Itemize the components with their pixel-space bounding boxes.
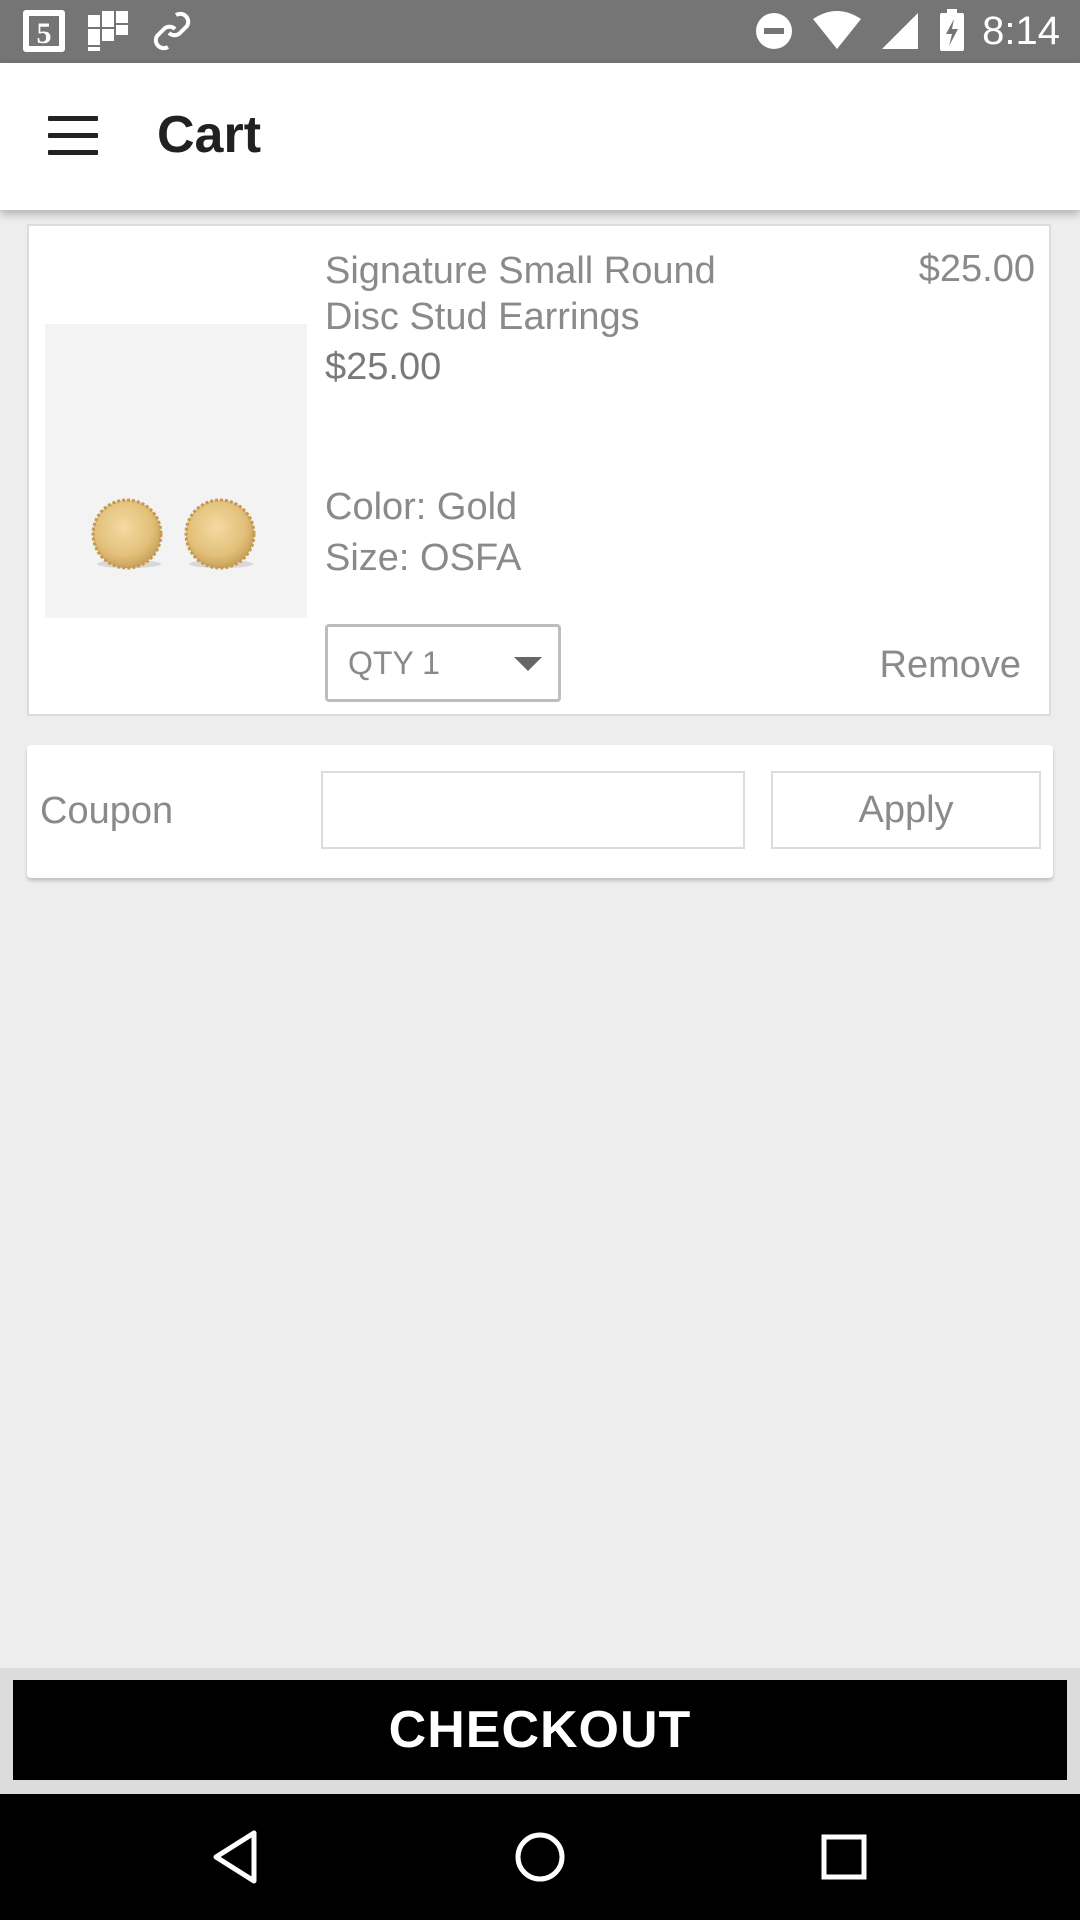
apply-coupon-button[interactable]: Apply (771, 771, 1041, 849)
status-bar: 5 8:14 (0, 0, 1080, 63)
coupon-label: Coupon (40, 790, 174, 832)
gold-disc-earrings-image (91, 498, 256, 570)
recents-icon[interactable] (814, 1827, 874, 1887)
quantity-dropdown[interactable]: QTY 1 (325, 624, 561, 702)
remove-button[interactable]: Remove (880, 644, 1022, 687)
link-app-icon (153, 11, 191, 51)
coupon-input[interactable] (321, 771, 745, 849)
product-image[interactable] (45, 324, 307, 618)
product-size: Size: OSFA (325, 537, 522, 579)
home-icon[interactable] (510, 1827, 570, 1887)
page-title: Cart (157, 106, 262, 164)
app-toolbar: Cart (0, 63, 1080, 210)
status-bar-left: 5 (22, 9, 194, 53)
system-nav-bar (0, 1794, 1080, 1920)
do-not-disturb-icon (756, 13, 793, 49)
status-bar-right: 8:14 (752, 9, 1060, 53)
battery-charging-icon (940, 9, 965, 51)
checkout-button[interactable]: CHECKOUT (13, 1680, 1067, 1780)
channel-5-icon: 5 (23, 10, 65, 52)
quantity-label: QTY 1 (348, 645, 440, 681)
status-time: 8:14 (982, 8, 1060, 53)
svg-text:5: 5 (37, 17, 52, 50)
hamburger-menu-icon[interactable] (40, 103, 106, 169)
grid-app-icon (88, 11, 128, 51)
caret-down-icon (514, 657, 542, 671)
signal-icon (882, 13, 919, 49)
wifi-icon (813, 11, 862, 49)
product-line-price: $25.00 (918, 248, 1035, 290)
cart-item-card: Signature Small Round Disc Stud Earrings… (27, 224, 1051, 716)
checkout-bar: CHECKOUT (0, 1668, 1080, 1794)
back-icon[interactable] (206, 1827, 266, 1887)
coupon-card: Coupon Apply (27, 745, 1053, 878)
product-color: Color: Gold (325, 486, 518, 528)
product-unit-price: $25.00 (325, 346, 442, 388)
product-name[interactable]: Signature Small Round Disc Stud Earrings (325, 248, 755, 340)
